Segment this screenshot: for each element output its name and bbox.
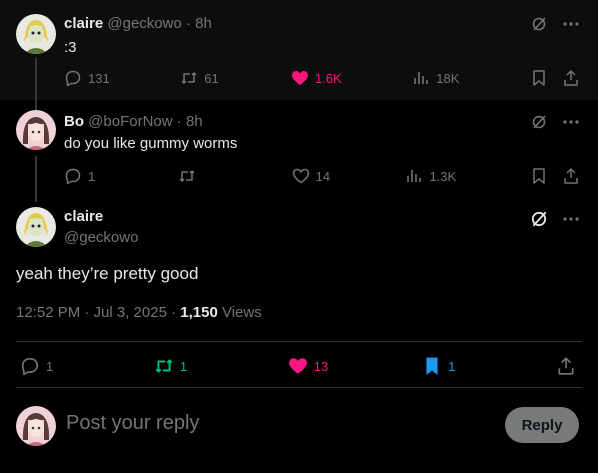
retweet-count: 1 [179,358,188,374]
display-name[interactable]: Bo [64,113,84,130]
heart-filled-icon [291,71,308,85]
reply-button[interactable]: 1 [64,167,104,185]
time[interactable]: 8h [186,113,203,130]
more-icon[interactable] [562,15,580,33]
retweet-active-icon [155,359,173,373]
like-button[interactable]: 1.6K [291,69,342,87]
tweet-bo[interactable]: Bo @boForNow · 8h do you like gummy worm… [0,100,598,202]
bookmark-button[interactable]: 1 [422,356,462,376]
tweet-actions: 131 61 1.6K 18K [64,69,580,87]
bookmark-share-group [530,167,580,185]
dot-separator: · [176,113,182,130]
reply-input[interactable]: Post your reply [66,412,199,435]
share-icon [558,357,574,375]
reply-button[interactable]: 1 [20,356,60,376]
views-button[interactable]: 1.3K [405,167,456,185]
tweet-top-actions [530,113,580,131]
main-tweet-actions: 1 1 13 1 [20,356,576,376]
heart-filled-icon [288,358,307,374]
handle[interactable]: @geckowo [107,15,181,32]
reply-count: 131 [88,70,110,86]
time[interactable]: 8h [195,15,212,32]
like-button[interactable]: 14 [292,167,332,185]
bookmark-button[interactable] [530,167,548,185]
retweet-count: 61 [204,70,219,86]
more-icon[interactable] [562,113,580,131]
tweet-text: :3 [64,39,77,56]
timestamp[interactable]: 12:52 PM · Jul 3, 2025 · [16,304,180,321]
like-count: 14 [315,168,331,184]
views-count: 18K [436,70,460,86]
tweet-meta: 12:52 PM · Jul 3, 2025 · 1,150 Views [16,304,262,321]
share-button[interactable] [562,167,580,185]
views-count: 1,150 [180,304,218,321]
reply-count: 1 [46,358,54,374]
more-icon[interactable] [562,210,580,228]
share-icon [564,70,578,86]
share-button[interactable] [556,356,576,376]
reply-button[interactable]: 131 [64,69,110,87]
divider [16,341,582,342]
display-name[interactable]: claire [64,15,103,32]
reply-icon [65,168,81,185]
bookmark-share-group [530,69,580,87]
retweet-button[interactable]: 61 [180,69,220,87]
reply-icon [65,70,81,87]
retweet-icon [181,72,197,84]
like-button[interactable]: 13 [288,356,328,376]
tweet-header: claire @geckowo · 8h [64,14,212,34]
bookmark-icon [533,70,545,86]
dot-separator: · [185,15,191,32]
avatar[interactable] [16,14,56,54]
grok-icon[interactable] [530,15,548,33]
thread-line [35,100,37,110]
divider [16,387,582,388]
share-button[interactable] [562,69,580,87]
bookmark-filled-icon [426,357,438,375]
reply-icon [21,357,39,376]
tweet-top-actions [530,210,580,228]
like-count: 1.6K [314,70,342,86]
avatar[interactable] [16,207,56,247]
views-button[interactable]: 18K [412,69,459,87]
share-icon [564,168,578,184]
retweet-button[interactable] [178,167,218,185]
reply-button[interactable]: Reply [505,407,579,443]
bookmark-icon [533,168,545,184]
avatar [16,406,56,446]
views-count: 1.3K [429,168,457,184]
display-name[interactable]: claire [64,208,103,225]
like-count: 13 [313,358,329,374]
tweet-text: do you like gummy worms [64,135,238,152]
views-label: Views [217,304,262,321]
thread-line [35,156,37,202]
tweet-text: yeah they’re pretty good [16,264,199,283]
retweet-button[interactable]: 1 [154,356,194,376]
avatar[interactable] [16,110,56,150]
heart-icon [292,168,309,184]
handle[interactable]: @geckowo [64,229,138,246]
retweet-icon [179,170,195,182]
tweet-header: Bo @boForNow · 8h [64,112,203,132]
tweet-top-actions [530,15,580,33]
thread-line [35,58,37,100]
views-icon [414,72,429,84]
grok-icon[interactable] [530,210,548,228]
views-icon [407,170,422,182]
bookmark-button[interactable] [530,69,548,87]
tweet-actions: 1 14 1.3K [64,167,580,185]
grok-icon[interactable] [530,113,548,131]
handle[interactable]: @boForNow [88,113,172,130]
bookmark-count: 1 [448,358,456,374]
tweet-claire[interactable]: claire @geckowo · 8h :3 131 61 1.6K 18K [0,0,598,100]
reply-count: 1 [88,168,96,184]
